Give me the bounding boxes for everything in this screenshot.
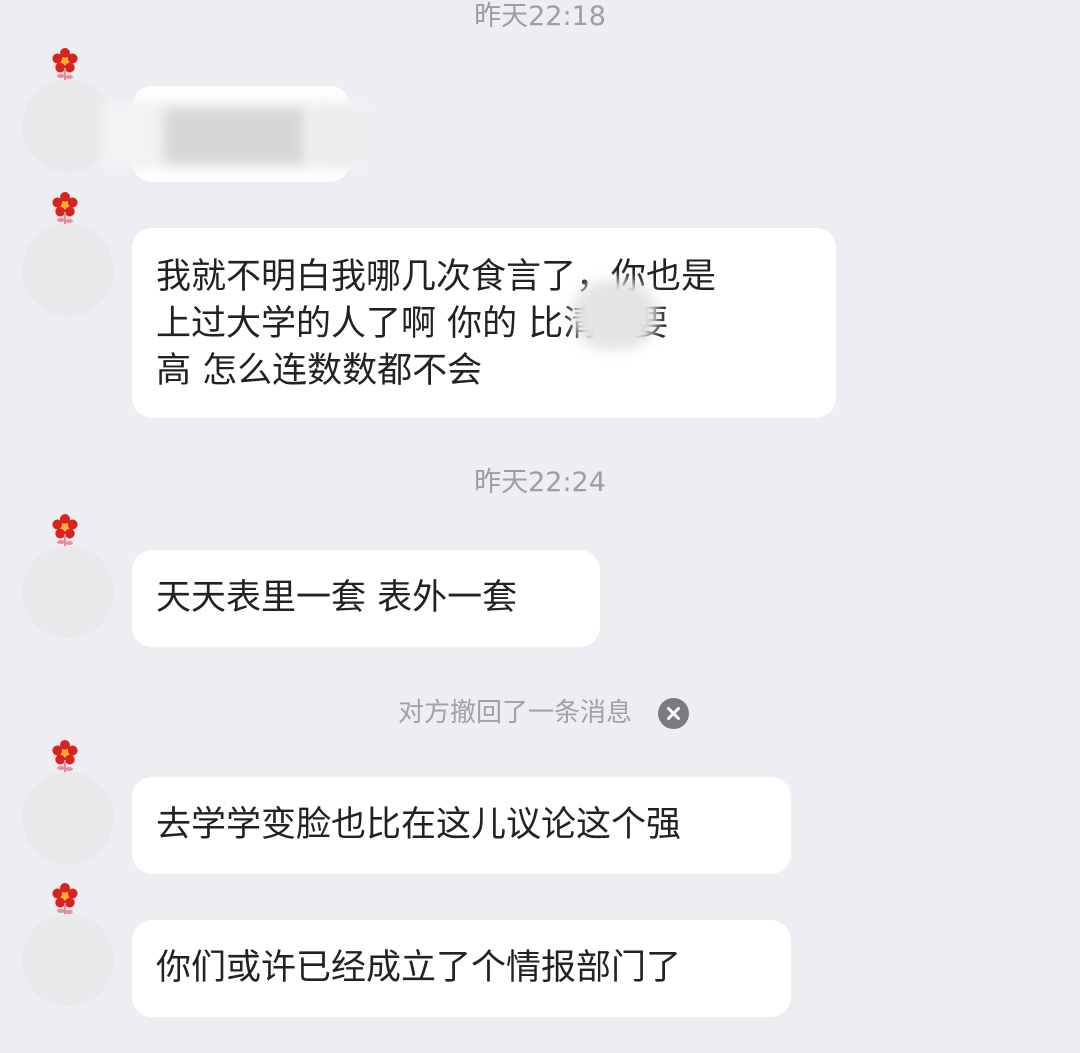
timestamp: 昨天22:18 [474, 1, 606, 32]
flower-icon [52, 192, 78, 225]
redaction-block [312, 108, 372, 164]
flower-icon [52, 883, 78, 916]
avatar[interactable] [22, 546, 114, 638]
message-bubble[interactable]: 我就不明白我哪几次食言了，你也是 上过大学的人了啊 你的 比清风要 高 怎么连数… [132, 228, 836, 418]
avatar[interactable] [22, 224, 114, 316]
message-line: 上过大学的人了啊 你的 比清风要 [156, 304, 669, 344]
flower-icon [52, 740, 78, 773]
message-line: 高 怎么连数数都不会 [156, 351, 483, 391]
close-icon[interactable] [658, 697, 690, 729]
message-text: 去学学变脸也比在这儿议论这个强 [156, 805, 682, 845]
recall-notice: 对方撤回了一条消息 [398, 694, 690, 732]
avatar[interactable] [22, 914, 114, 1006]
message-text: 天天表里一套 表外一套 [156, 578, 518, 618]
message-bubble[interactable]: 你们或许已经成立了个情报部门了 [132, 920, 791, 1017]
timestamp: 昨天22:24 [474, 467, 606, 498]
message-line: 我就不明白我哪几次食言了，你也是 [156, 257, 717, 297]
message-bubble[interactable]: 去学学变脸也比在这儿议论这个强 [132, 777, 791, 874]
flower-icon [52, 48, 78, 81]
avatar[interactable] [22, 80, 114, 172]
flower-icon [52, 514, 78, 547]
redaction-block [164, 108, 304, 164]
recall-notice-text: 对方撤回了一条消息 [398, 698, 633, 728]
message-bubble-redacted[interactable] [102, 86, 372, 182]
avatar[interactable] [22, 772, 114, 864]
redaction-block [572, 280, 658, 350]
message-text: 你们或许已经成立了个情报部门了 [156, 948, 682, 988]
message-bubble[interactable]: 天天表里一套 表外一套 [132, 550, 600, 647]
